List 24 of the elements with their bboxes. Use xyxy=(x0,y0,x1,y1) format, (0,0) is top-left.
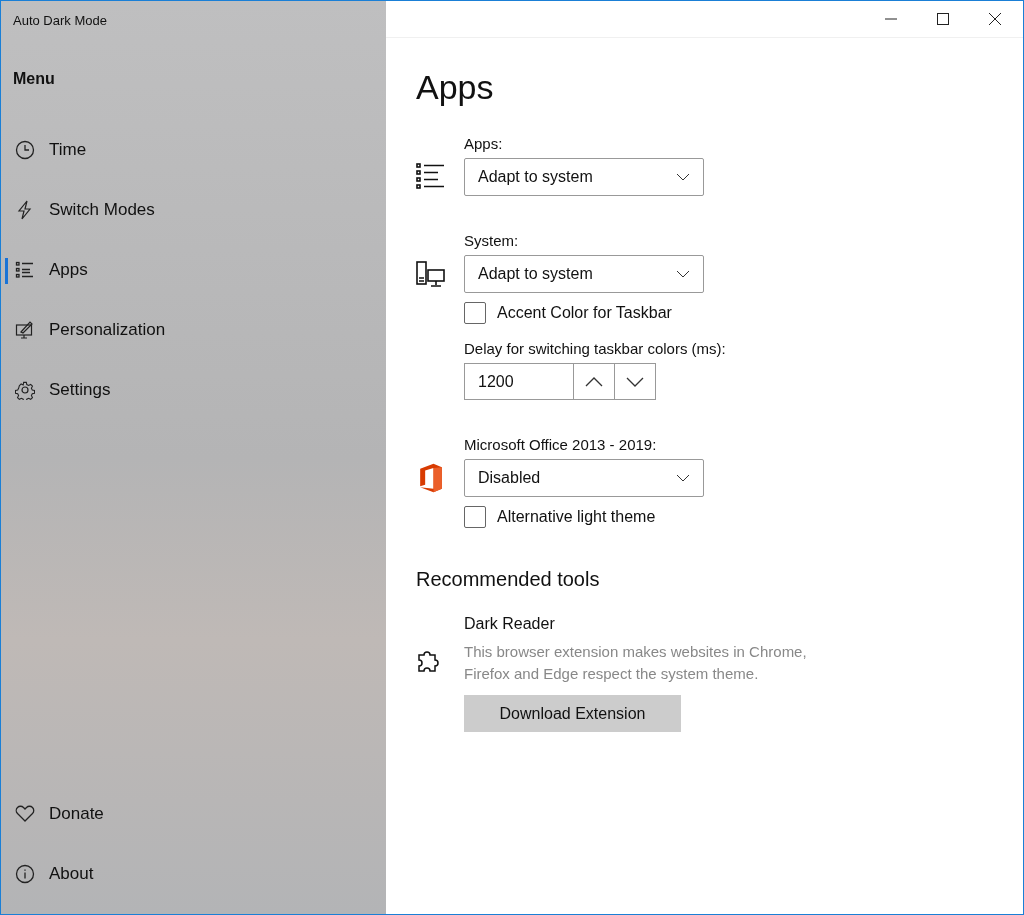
nav-item[interactable]: Donate xyxy=(1,784,386,844)
dropdown[interactable]: Adapt to system xyxy=(464,255,704,293)
menu-heading: Menu xyxy=(12,69,56,88)
nav-item[interactable]: Personalization xyxy=(1,300,386,360)
field-label: Apps: xyxy=(464,135,504,152)
window-title: Auto Dark Mode xyxy=(12,12,108,28)
nav-item[interactable]: Settings xyxy=(1,360,386,420)
nav-item[interactable]: Apps xyxy=(1,240,386,300)
nav-item[interactable]: Time xyxy=(1,120,386,180)
tool-description: This browser extension makes websites in Chrome, Firefox and Edge respect the system theme. xyxy=(464,642,808,684)
checkbox-label: Alternative light theme xyxy=(497,508,656,526)
field-label: Delay for switching taskbar colors (ms): xyxy=(464,340,727,357)
dropdown[interactable]: Disabled xyxy=(464,459,704,497)
field-label: System: xyxy=(464,232,520,249)
dropdown[interactable]: Adapt to system xyxy=(464,158,704,196)
field-label: Microsoft Office 2013 - 2019: xyxy=(464,436,658,453)
checkbox-label: Accent Color for Taskbar xyxy=(497,304,672,322)
number-input[interactable]: 1200 xyxy=(464,363,574,400)
tool-name: Dark Reader xyxy=(464,615,556,633)
page-title: Apps xyxy=(416,68,495,107)
section-heading: Recommended tools xyxy=(416,568,601,591)
nav-item[interactable]: Switch Modes xyxy=(1,180,386,240)
download-button[interactable]: Download Extension xyxy=(464,695,681,732)
nav-item[interactable]: About xyxy=(1,844,386,904)
